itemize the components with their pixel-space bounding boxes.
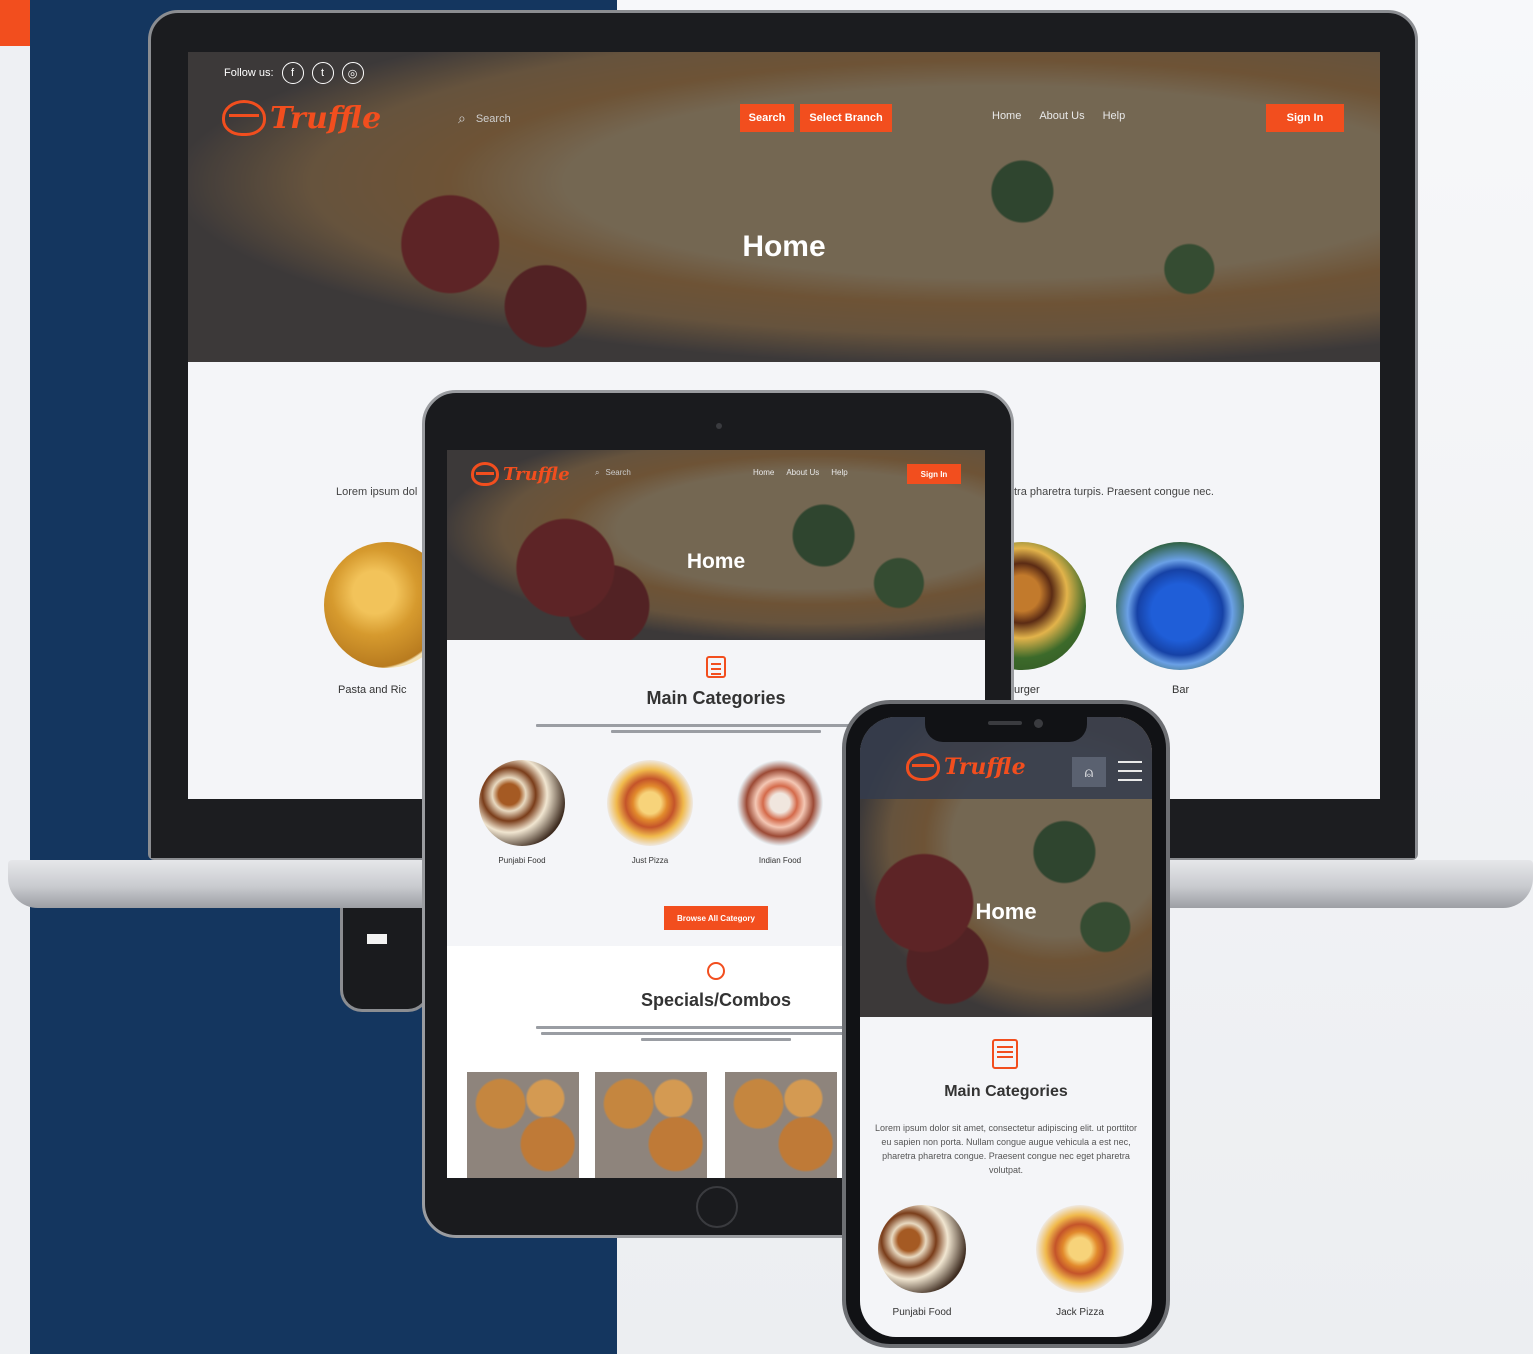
phone-hero-title: Home	[975, 899, 1037, 924]
laptop-hero-title: Home	[742, 230, 826, 263]
phone-speaker	[988, 721, 1022, 725]
nav-help[interactable]: Help	[831, 468, 847, 477]
phone-screen: Truffle ⍝ Home Main Categories Lorem ips…	[860, 717, 1152, 1337]
tablet-nav: Home About Us Help	[753, 468, 848, 477]
search-field[interactable]: ⌕ Search	[458, 110, 511, 127]
search-placeholder: Search	[475, 112, 511, 125]
sign-in-button[interactable]: Sign In	[907, 464, 961, 484]
category-label-bar: Bar	[1172, 684, 1190, 696]
bowl-logo-icon	[906, 753, 940, 781]
category-label-jack-pizza: Jack Pizza	[1056, 1307, 1104, 1318]
thali-image[interactable]	[878, 1205, 966, 1293]
main-categories-title: Main Categories	[944, 1083, 1068, 1100]
user-icon[interactable]: ⍝	[1072, 757, 1106, 787]
bowl-logo-icon	[222, 100, 266, 136]
category-label-just-pizza: Just Pizza	[631, 856, 669, 865]
category-label-punjabi: Punjabi Food	[892, 1307, 952, 1318]
category-label-burger: urger	[1014, 684, 1040, 696]
menu-list-icon	[706, 656, 726, 678]
category-label-pasta: Pasta and Ric	[338, 684, 407, 696]
search-placeholder: Search	[605, 468, 631, 477]
nav-help[interactable]: Help	[1103, 110, 1126, 122]
search-icon: ⌕	[458, 110, 466, 126]
nav-about-us[interactable]: About Us	[1039, 110, 1084, 122]
instagram-icon[interactable]: ◎	[341, 62, 364, 84]
special-image-1[interactable]	[467, 1072, 579, 1178]
category-label-punjabi: Punjabi Food	[498, 856, 546, 865]
tablet-hero-banner: Truffle ⌕ Search Home About Us Help Sign…	[447, 450, 985, 640]
logo-text: Truffle	[944, 754, 1026, 780]
pizza-image[interactable]	[1036, 1205, 1124, 1293]
search-field[interactable]: ⌕ Search	[595, 468, 631, 478]
laptop-description-left: Lorem ipsum dol	[336, 486, 418, 498]
hamburger-menu-icon[interactable]	[1118, 761, 1142, 781]
select-branch-button[interactable]: Select Branch	[800, 104, 892, 132]
follow-us-label: Follow us:	[224, 67, 274, 79]
search-button[interactable]: Search	[740, 104, 794, 132]
laptop-hero-banner: Follow us: f t ◎ Truffle ⌕ Search Search…	[188, 52, 1380, 362]
pizza-image[interactable]	[607, 760, 693, 846]
browse-all-category-button[interactable]: Browse All Category	[664, 906, 768, 930]
sign-in-button[interactable]: Sign In	[1266, 104, 1344, 132]
follow-us-bar: Follow us: f t ◎	[224, 62, 364, 84]
background-phone-device	[340, 908, 430, 1012]
main-categories-description: Lorem ipsum dolor sit amet, consectetur …	[874, 1123, 1138, 1175]
search-icon: ⌕	[595, 468, 600, 477]
special-image-2[interactable]	[595, 1072, 707, 1178]
logo-text: Truffle	[503, 463, 570, 485]
truffle-logo[interactable]: Truffle	[222, 100, 381, 136]
phone-notch	[925, 712, 1087, 742]
menu-list-icon	[992, 1039, 1018, 1069]
phone-hero-banner: Truffle ⍝ Home	[860, 717, 1152, 1017]
truffle-logo[interactable]: Truffle	[471, 462, 570, 486]
orange-accent-block	[0, 0, 30, 46]
special-image-3[interactable]	[725, 1072, 837, 1178]
laptop-nav: Home About Us Help	[992, 110, 1125, 122]
twitter-icon[interactable]: t	[311, 62, 334, 84]
tablet-home-button[interactable]	[696, 1186, 738, 1228]
thali-image[interactable]	[479, 760, 565, 846]
bar-drink-image[interactable]	[1116, 542, 1244, 670]
category-label-indian: Indian Food	[758, 856, 802, 865]
truffle-logo[interactable]: Truffle	[906, 753, 1026, 781]
logo-text: Truffle	[270, 100, 382, 136]
tablet-camera	[716, 423, 722, 429]
nav-home[interactable]: Home	[753, 468, 774, 477]
laptop-description-right: tra pharetra turpis. Praesent congue nec…	[1014, 486, 1214, 498]
phone-camera	[1034, 719, 1043, 728]
combo-icon	[707, 962, 725, 980]
indian-food-image[interactable]	[737, 760, 823, 846]
bowl-logo-icon	[471, 462, 499, 486]
facebook-icon[interactable]: f	[281, 62, 304, 84]
nav-home[interactable]: Home	[992, 110, 1021, 122]
nav-about-us[interactable]: About Us	[786, 468, 819, 477]
tablet-hero-title: Home	[686, 550, 746, 573]
